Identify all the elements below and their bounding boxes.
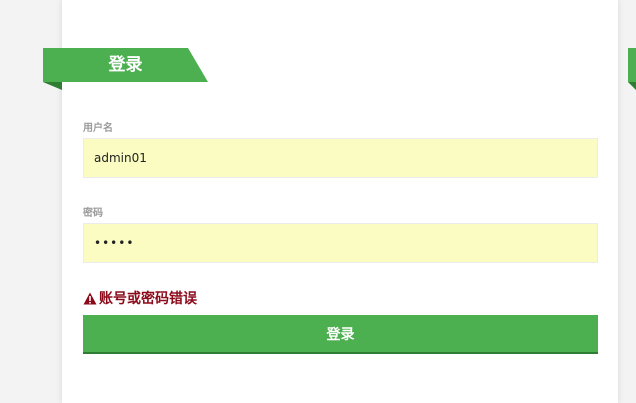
adjacent-card-ribbon	[628, 48, 636, 82]
username-label: 用户名	[83, 123, 113, 134]
warning-triangle-icon	[83, 292, 97, 305]
password-label: 密码	[83, 208, 103, 219]
page-title: 登录	[43, 48, 208, 82]
title-ribbon-fold	[43, 82, 62, 90]
password-input[interactable]	[83, 223, 598, 263]
adjacent-card-ribbon-fold	[628, 82, 636, 90]
login-page: 登录 用户名 密码 账号或密码错误 登录	[0, 0, 636, 403]
login-button[interactable]: 登录	[83, 315, 598, 354]
error-message-text: 账号或密码错误	[99, 291, 197, 307]
error-message: 账号或密码错误	[83, 289, 197, 307]
username-input[interactable]	[83, 138, 598, 178]
page-title-text: 登录	[108, 55, 143, 75]
